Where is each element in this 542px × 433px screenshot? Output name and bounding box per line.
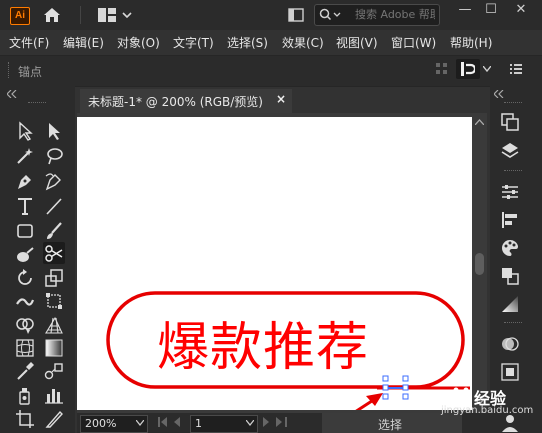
chevron-down-icon[interactable] xyxy=(136,420,144,426)
chevron-down-icon[interactable] xyxy=(483,66,491,72)
appearance-panel-icon[interactable] xyxy=(500,334,520,354)
shape-builder-tool-icon[interactable] xyxy=(14,314,36,336)
watermark-url: jingyan.baidu.com xyxy=(441,405,534,416)
pen-tool-icon[interactable] xyxy=(14,170,36,192)
grid-dots-icon[interactable] xyxy=(436,63,448,75)
app-logo: Ai xyxy=(10,7,30,25)
pathfinder-panel-icon[interactable] xyxy=(500,266,520,286)
document-tab-title: 未标题-1* @ 200% (RGB/预览) xyxy=(88,95,263,109)
document-tab[interactable]: 未标题-1* @ 200% (RGB/预览) × xyxy=(80,89,292,113)
perspective-grid-tool-icon[interactable] xyxy=(43,314,65,336)
snap-button[interactable] xyxy=(456,59,480,79)
rotate-tool-icon[interactable] xyxy=(14,267,36,289)
close-document-icon[interactable]: × xyxy=(276,92,286,106)
restore-button[interactable]: ☐ xyxy=(478,0,504,22)
user-panel-icon[interactable] xyxy=(500,414,520,432)
scroll-thumb[interactable] xyxy=(475,253,484,275)
expand-panels-icon[interactable] xyxy=(494,90,504,98)
width-tool-icon[interactable] xyxy=(14,290,36,312)
slice-tool-icon[interactable] xyxy=(43,408,65,430)
panel-grip[interactable] xyxy=(28,102,46,106)
lasso-tool-icon[interactable] xyxy=(43,145,65,167)
selection-handle xyxy=(402,384,409,391)
gradient-tool-icon[interactable] xyxy=(43,337,65,359)
type-tool-icon[interactable] xyxy=(14,195,36,217)
search-icon xyxy=(319,8,341,21)
panel-grip[interactable] xyxy=(504,102,522,105)
curvature-tool-icon[interactable] xyxy=(43,170,65,192)
badge-text[interactable]: 爆款推荐 xyxy=(157,305,369,380)
search-input[interactable] xyxy=(355,7,435,21)
direct-selection-tool-icon[interactable] xyxy=(43,120,65,142)
status-mode: 选择 xyxy=(378,418,403,432)
blend-tool-icon[interactable] xyxy=(43,360,65,382)
snap-icon xyxy=(461,62,475,76)
zoom-value: 200% xyxy=(85,417,117,430)
divider xyxy=(80,6,81,24)
status-mode-field[interactable]: 选择 xyxy=(322,413,462,433)
rectangle-tool-icon[interactable] xyxy=(14,220,36,242)
symbol-sprayer-tool-icon[interactable] xyxy=(14,384,36,406)
selection-tool-icon[interactable] xyxy=(14,120,36,142)
minimize-button[interactable]: — xyxy=(452,0,478,22)
menu-file[interactable]: 文件(F) xyxy=(9,34,49,50)
eyedropper-tool-icon[interactable] xyxy=(14,360,36,382)
arrange-documents-icon[interactable] xyxy=(288,8,304,22)
menu-help[interactable]: 帮助(H) xyxy=(450,34,492,50)
menu-type[interactable]: 文字(T) xyxy=(173,34,214,50)
free-transform-tool-icon[interactable] xyxy=(43,290,65,312)
chevron-down-icon[interactable] xyxy=(246,420,254,426)
menu-view[interactable]: 视图(V) xyxy=(336,34,378,50)
menu-edit[interactable]: 编辑(E) xyxy=(63,34,104,50)
help-search[interactable] xyxy=(314,4,440,26)
scissors-tool-icon[interactable] xyxy=(43,242,65,264)
selection-handle xyxy=(402,393,409,400)
mesh-tool-icon[interactable] xyxy=(14,337,36,359)
color-panel-icon[interactable] xyxy=(500,238,520,258)
last-artboard-icon[interactable] xyxy=(260,417,288,427)
home-icon[interactable] xyxy=(43,7,61,23)
shaper-tool-icon[interactable] xyxy=(14,245,36,267)
collapse-panel-icon[interactable] xyxy=(7,90,17,98)
layers-panel-icon[interactable] xyxy=(500,141,520,161)
gradient-panel-icon[interactable] xyxy=(500,294,520,314)
menu-effect[interactable]: 效果(C) xyxy=(282,34,324,50)
menu-window[interactable]: 窗口(W) xyxy=(391,34,436,50)
control-bar-label: 锚点 xyxy=(18,65,43,79)
selection-handle xyxy=(382,384,389,391)
artboard-tool-icon[interactable] xyxy=(14,408,36,430)
panel-grip[interactable] xyxy=(8,62,11,78)
selection-handle xyxy=(402,375,409,382)
selection-handle xyxy=(382,393,389,400)
properties-panel-icon[interactable] xyxy=(500,182,520,202)
scale-tool-icon[interactable] xyxy=(43,267,65,289)
panel-grip[interactable] xyxy=(504,322,522,325)
column-graph-tool-icon[interactable] xyxy=(43,384,65,406)
align-panel-icon[interactable] xyxy=(500,210,520,230)
baidu-paw-icon xyxy=(450,387,472,404)
artboards-panel-icon[interactable] xyxy=(500,112,520,132)
workspace-layout-icon[interactable] xyxy=(98,8,132,22)
menu-select[interactable]: 选择(S) xyxy=(227,34,268,50)
transparency-panel-icon[interactable] xyxy=(500,362,520,382)
paintbrush-tool-icon[interactable] xyxy=(43,220,65,242)
menu-object[interactable]: 对象(O) xyxy=(117,34,160,50)
artboard-number: 1 xyxy=(195,417,202,430)
title-bar: Ai — ☐ ✕ xyxy=(0,0,542,30)
close-window-button[interactable]: ✕ xyxy=(508,0,534,22)
scroll-up-icon[interactable] xyxy=(475,119,484,125)
magic-wand-icon[interactable] xyxy=(14,145,36,167)
line-segment-tool-icon[interactable] xyxy=(43,195,65,217)
first-artboard-icon[interactable] xyxy=(158,417,186,427)
panel-grip[interactable] xyxy=(504,170,522,173)
selection-handle xyxy=(382,375,389,382)
panel-menu-icon[interactable] xyxy=(510,64,522,74)
